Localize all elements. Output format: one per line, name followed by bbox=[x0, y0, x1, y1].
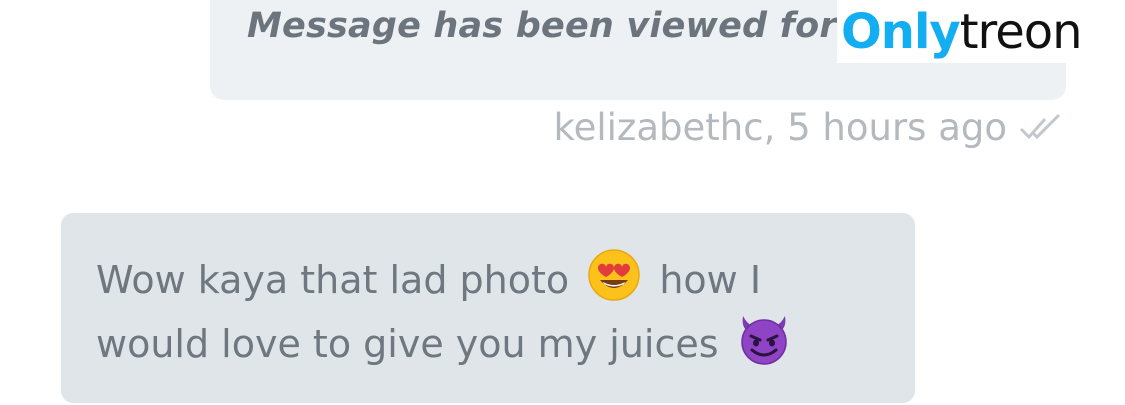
outgoing-message-text: Message has been viewed for $ bbox=[247, 6, 874, 46]
watermark-logo: Only treon bbox=[837, 0, 1125, 63]
incoming-message-text: Wow kaya that lad photo how I would love… bbox=[96, 248, 836, 376]
message-meta: kelizabethc, 5 hours ago bbox=[554, 106, 1064, 149]
double-check-icon bbox=[1019, 113, 1061, 139]
watermark-part-treon: treon bbox=[959, 3, 1083, 60]
message-segment: Wow kaya that lad photo bbox=[96, 258, 570, 302]
sender-and-time: kelizabethc, 5 hours ago bbox=[553, 106, 1008, 149]
chat-view: Message has been viewed for $ Only treon … bbox=[0, 0, 1125, 405]
smiling-devil-emoji-icon bbox=[740, 315, 787, 365]
watermark-part-only: Only bbox=[841, 3, 961, 60]
message-segment: would love to give you my juices bbox=[96, 322, 719, 366]
message-segment: how I bbox=[659, 258, 762, 302]
heart-eyes-emoji-icon bbox=[588, 248, 640, 301]
